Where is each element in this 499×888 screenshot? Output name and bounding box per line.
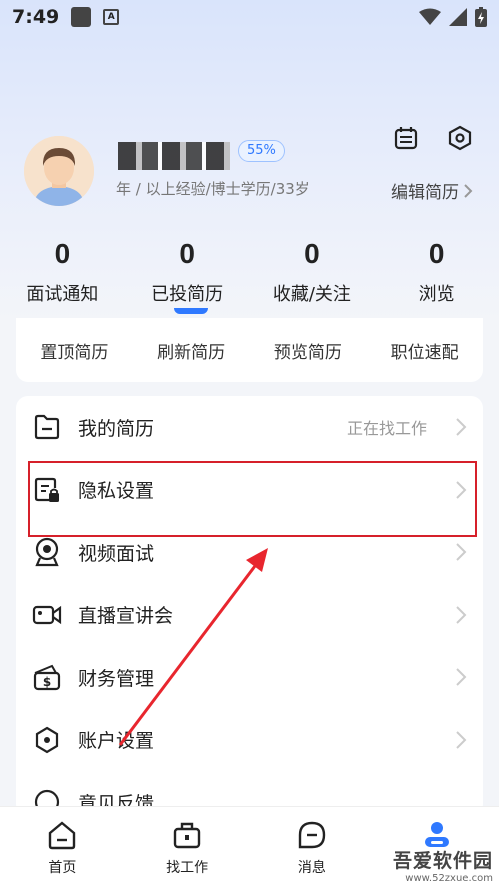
chevron-right-icon: [456, 481, 467, 499]
chevron-right-icon: [464, 183, 473, 198]
menu-item-my-resume[interactable]: 我的简历 正在找工作: [16, 396, 483, 459]
menu-label: 直播宣讲会: [78, 605, 174, 628]
wallet-icon: $: [32, 662, 62, 692]
watermark-main-text: 吾爱软件园: [392, 850, 493, 872]
avatar[interactable]: [24, 136, 94, 206]
home-icon: [49, 821, 76, 850]
battery-icon: [475, 7, 487, 27]
tab-label: 找工作: [166, 860, 209, 876]
message-icon: [298, 821, 326, 849]
signal-icon: [449, 8, 467, 26]
status-bar: 7:49 A: [0, 0, 499, 34]
menu-label: 账户设置: [78, 730, 155, 753]
menu-label: 视频面试: [78, 542, 155, 565]
quick-action-label: 置顶简历: [40, 342, 109, 363]
stat-interview-notices[interactable]: 0 面试通知: [0, 238, 125, 318]
tab-messages[interactable]: 消息: [250, 807, 375, 888]
notification-a-icon: A: [103, 9, 120, 25]
wifi-icon: [419, 8, 441, 25]
status-time: 7:49: [12, 6, 60, 28]
hexagon-settings-icon: [32, 725, 62, 755]
watermark-url: www.52zxue.com: [405, 873, 493, 884]
quick-actions-card: 置顶简历 刷新简历 预览简历 职位速配: [16, 307, 483, 382]
stats-row: 0 面试通知 0 已投简历 0 收藏/关注 0 浏览: [0, 238, 499, 318]
menu-label: 隐私设置: [78, 480, 155, 503]
menu-item-finance[interactable]: $ 财务管理: [16, 646, 483, 709]
menu-item-account-settings[interactable]: 账户设置: [16, 709, 483, 772]
avatar-illustration: [24, 136, 94, 206]
chevron-right-icon: [456, 606, 467, 624]
privacy-lock-icon: [32, 475, 62, 505]
tab-label: 消息: [297, 860, 326, 876]
menu-item-live-talk[interactable]: 直播宣讲会: [16, 584, 483, 647]
quick-action-preview-resume[interactable]: 预览简历: [250, 338, 367, 363]
chevron-right-icon: [456, 543, 467, 561]
watermark-logo: 吾爱软件园 www.52zxue.com: [393, 846, 493, 884]
stat-label: 已投简历: [151, 284, 224, 305]
stat-applied-resumes[interactable]: 0 已投简历: [125, 238, 250, 318]
menu-label: 我的简历: [78, 417, 155, 440]
chevron-right-icon: [456, 731, 467, 749]
stat-label: 面试通知: [26, 284, 99, 305]
resume-completion-badge: 55%: [238, 140, 285, 162]
chevron-right-icon: [456, 668, 467, 686]
svg-text:$: $: [43, 675, 51, 689]
quick-action-job-match[interactable]: 职位速配: [366, 338, 483, 363]
menu-item-video-interview[interactable]: 视频面试: [16, 521, 483, 584]
tab-find-jobs[interactable]: 找工作: [125, 807, 250, 888]
stat-favorites[interactable]: 0 收藏/关注: [250, 238, 375, 318]
job-search-status: 正在找工作: [346, 419, 427, 439]
briefcase-icon: [173, 822, 201, 849]
menu-item-privacy-settings[interactable]: 隐私设置: [16, 459, 483, 522]
calendar-icon[interactable]: [393, 125, 419, 151]
stat-value: 0: [54, 238, 71, 269]
stat-value: 0: [428, 238, 445, 269]
chevron-right-icon: [456, 418, 467, 436]
quick-action-label: 预览简历: [273, 342, 342, 363]
edit-resume-label: 编辑简历: [391, 183, 459, 203]
profile-summary: 年 / 以上经验/博士学历/33岁: [116, 180, 310, 198]
quick-action-label: 刷新简历: [157, 342, 226, 363]
refresh-icon-edge: [174, 307, 209, 314]
user-name-redacted: [118, 142, 230, 170]
notification-square-icon: [71, 7, 92, 27]
stat-value: 0: [179, 238, 195, 269]
stat-views[interactable]: 0 浏览: [374, 238, 499, 318]
folder-icon: [32, 412, 62, 442]
quick-action-label: 职位速配: [390, 342, 459, 363]
menu-card: 我的简历 正在找工作 隐私设置 视频面试 直播宣讲会 $ 财务管理 账户设置 意…: [16, 396, 483, 816]
tab-label: 首页: [48, 860, 77, 876]
video-camera-icon: [32, 600, 62, 630]
edit-resume-link[interactable]: 编辑简历: [391, 178, 473, 203]
stat-label: 浏览: [418, 284, 455, 305]
settings-hexagon-icon[interactable]: [447, 125, 473, 151]
tab-home[interactable]: 首页: [0, 807, 125, 888]
quick-action-pin-resume[interactable]: 置顶简历: [16, 338, 133, 363]
webcam-icon: [32, 537, 62, 567]
menu-label: 财务管理: [78, 667, 155, 690]
quick-action-refresh-resume[interactable]: 刷新简历: [133, 307, 250, 363]
stat-label: 收藏/关注: [272, 284, 351, 305]
profile-header: 55% 年 / 以上经验/博士学历/33岁 编辑简历: [0, 120, 499, 220]
stat-value: 0: [304, 238, 320, 269]
